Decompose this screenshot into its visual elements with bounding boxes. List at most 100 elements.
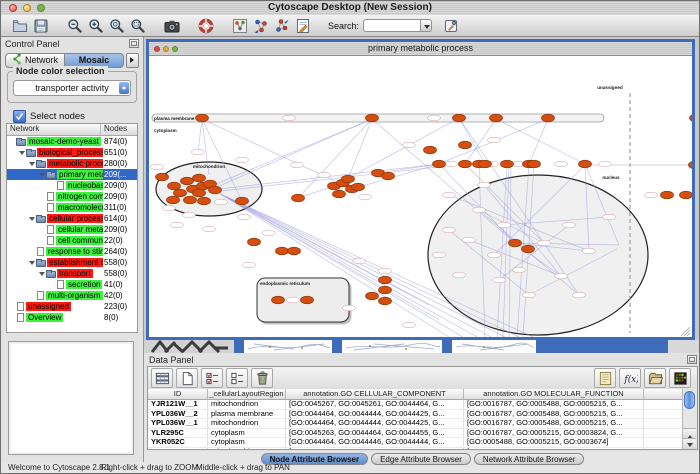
graph-node[interactable]: [181, 177, 194, 185]
import-attributes-icon[interactable]: [644, 368, 666, 388]
column-header[interactable]: annotation.GO CELLULAR_COMPONENT: [286, 389, 464, 399]
expand-arrow-icon[interactable]: [39, 170, 46, 179]
graph-node[interactable]: [156, 173, 169, 181]
scrollbar-thumb[interactable]: [684, 391, 695, 409]
graph-node[interactable]: [490, 114, 503, 122]
resize-grip-icon[interactable]: [687, 333, 690, 336]
resize-grip-icon[interactable]: [684, 330, 690, 336]
table-row[interactable]: YLR295Ccytoplasm[GO:0045263, GO:0044464,…: [148, 429, 683, 439]
close-window-button[interactable]: [9, 4, 17, 12]
graph-node[interactable]: [196, 114, 209, 122]
table-row[interactable]: YDR039C__1mitochondrion[GO:0044464, GO:0…: [148, 448, 683, 450]
tree-column-nodes[interactable]: Nodes: [101, 124, 137, 135]
graph-node[interactable]: [236, 197, 249, 205]
graph-node[interactable]: [459, 160, 472, 168]
save-session-icon[interactable]: [30, 16, 51, 35]
column-header[interactable]: annotation.GO MOLECULAR_FUNCTION: [464, 389, 644, 399]
graph-node[interactable]: [453, 114, 466, 122]
graph-node[interactable]: [379, 297, 392, 305]
table-scrollbar[interactable]: [682, 389, 697, 449]
graph-node[interactable]: [276, 247, 289, 255]
search-dropdown-button[interactable]: [420, 19, 432, 32]
graph-node[interactable]: [680, 191, 693, 199]
table-row[interactable]: YKR052Ccytoplasm[GO:0044464, GO:0044446,…: [148, 438, 683, 448]
configure-search-icon[interactable]: [440, 16, 461, 35]
expand-arrow-icon[interactable]: [19, 148, 26, 157]
help-icon[interactable]: [195, 16, 216, 35]
tree-row[interactable]: cellular process614(0): [7, 213, 137, 224]
first-neighbors-icon[interactable]: [250, 16, 271, 35]
graph-node[interactable]: [209, 186, 222, 194]
zoom-in-icon[interactable]: [85, 16, 106, 35]
maximize-window-button[interactable]: [37, 4, 45, 12]
graph-node[interactable]: [522, 245, 535, 253]
table-row[interactable]: YPL036W__1mitochondrion[GO:0044464, GO:0…: [148, 419, 683, 429]
zoom-selected-icon[interactable]: [127, 16, 148, 35]
tree-row[interactable]: mosaic-demo-yeast874(0): [7, 136, 137, 147]
float-data-panel-icon[interactable]: [687, 355, 697, 364]
attribute-table-icon[interactable]: [151, 368, 173, 388]
column-header[interactable]: ID: [148, 389, 208, 399]
graph-node[interactable]: [690, 114, 693, 122]
graph-node[interactable]: [382, 172, 395, 180]
expand-arrow-icon[interactable]: [29, 214, 36, 223]
tree-row[interactable]: cell communicat22(0): [7, 235, 137, 246]
node-color-dropdown[interactable]: transporter activity: [13, 80, 131, 96]
graph-node[interactable]: [193, 189, 206, 197]
tree-row[interactable]: Overview8(0): [7, 312, 137, 323]
graph-node[interactable]: [366, 114, 379, 122]
graph-edge[interactable]: [352, 164, 439, 189]
graph-node[interactable]: [288, 247, 301, 255]
graph-node[interactable]: [272, 296, 285, 304]
formula-icon[interactable]: f(x): [619, 368, 641, 388]
graph-node[interactable]: [379, 276, 392, 284]
graph-node[interactable]: [174, 189, 187, 197]
table-row[interactable]: YJR121W__1mitochondrion[GO:0045267, GO:0…: [148, 400, 683, 410]
network-view-titlebar[interactable]: primary metabolic process: [149, 42, 692, 56]
select-nodes-checkbox[interactable]: [13, 110, 26, 123]
graph-node[interactable]: [661, 191, 674, 199]
graph-node[interactable]: [301, 296, 314, 304]
tree-row[interactable]: metabolic process280(0): [7, 158, 137, 169]
graph-node[interactable]: [292, 194, 305, 202]
tree-row[interactable]: nitrogen compo209(0): [7, 191, 137, 202]
tree-row[interactable]: macromolecule311(0): [7, 202, 137, 213]
graph-node[interactable]: [501, 160, 514, 168]
graph-node[interactable]: [342, 175, 355, 183]
graph-node[interactable]: [542, 114, 555, 122]
graph-node[interactable]: [424, 146, 437, 154]
graph-node[interactable]: [433, 160, 446, 168]
graph-node[interactable]: [528, 160, 541, 168]
expand-arrow-icon[interactable]: [39, 269, 46, 278]
tab-overflow-button[interactable]: [126, 53, 139, 68]
minimize-window-button[interactable]: [23, 4, 31, 12]
snapshot-icon[interactable]: [161, 16, 182, 35]
background-windows-strip[interactable]: [144, 340, 700, 353]
graph-node[interactable]: [167, 196, 180, 204]
select-attributes-icon[interactable]: [201, 368, 223, 388]
graph-node[interactable]: [352, 183, 365, 191]
graph-edge[interactable]: [496, 119, 585, 164]
expand-arrow-icon[interactable]: [29, 258, 36, 267]
tree-column-network[interactable]: Network: [7, 124, 101, 135]
annotation-icon[interactable]: [292, 16, 313, 35]
expand-network-icon[interactable]: [271, 16, 292, 35]
tree-row[interactable]: unassigned223(0): [7, 301, 137, 312]
search-input[interactable]: [363, 19, 420, 32]
tree-row[interactable]: cellular metabo209(0): [7, 224, 137, 235]
graph-node[interactable]: [184, 196, 197, 204]
tree-row[interactable]: biological_process651(0): [7, 147, 137, 158]
graph-node[interactable]: [689, 161, 693, 169]
graph-node[interactable]: [579, 160, 592, 168]
unselect-attributes-icon[interactable]: [226, 368, 248, 388]
graph-node[interactable]: [333, 190, 346, 198]
create-attribute-icon[interactable]: [176, 368, 198, 388]
scroll-down-icon[interactable]: [683, 438, 696, 449]
graph-node[interactable]: [509, 239, 522, 247]
region-nucleus[interactable]: [428, 175, 648, 335]
minimize-view-button[interactable]: [163, 46, 169, 52]
float-panel-icon[interactable]: [129, 39, 139, 48]
tree-row[interactable]: response to stimulu264(0): [7, 246, 137, 257]
graph-edge[interactable]: [378, 164, 439, 173]
graph-node[interactable]: [198, 197, 211, 205]
